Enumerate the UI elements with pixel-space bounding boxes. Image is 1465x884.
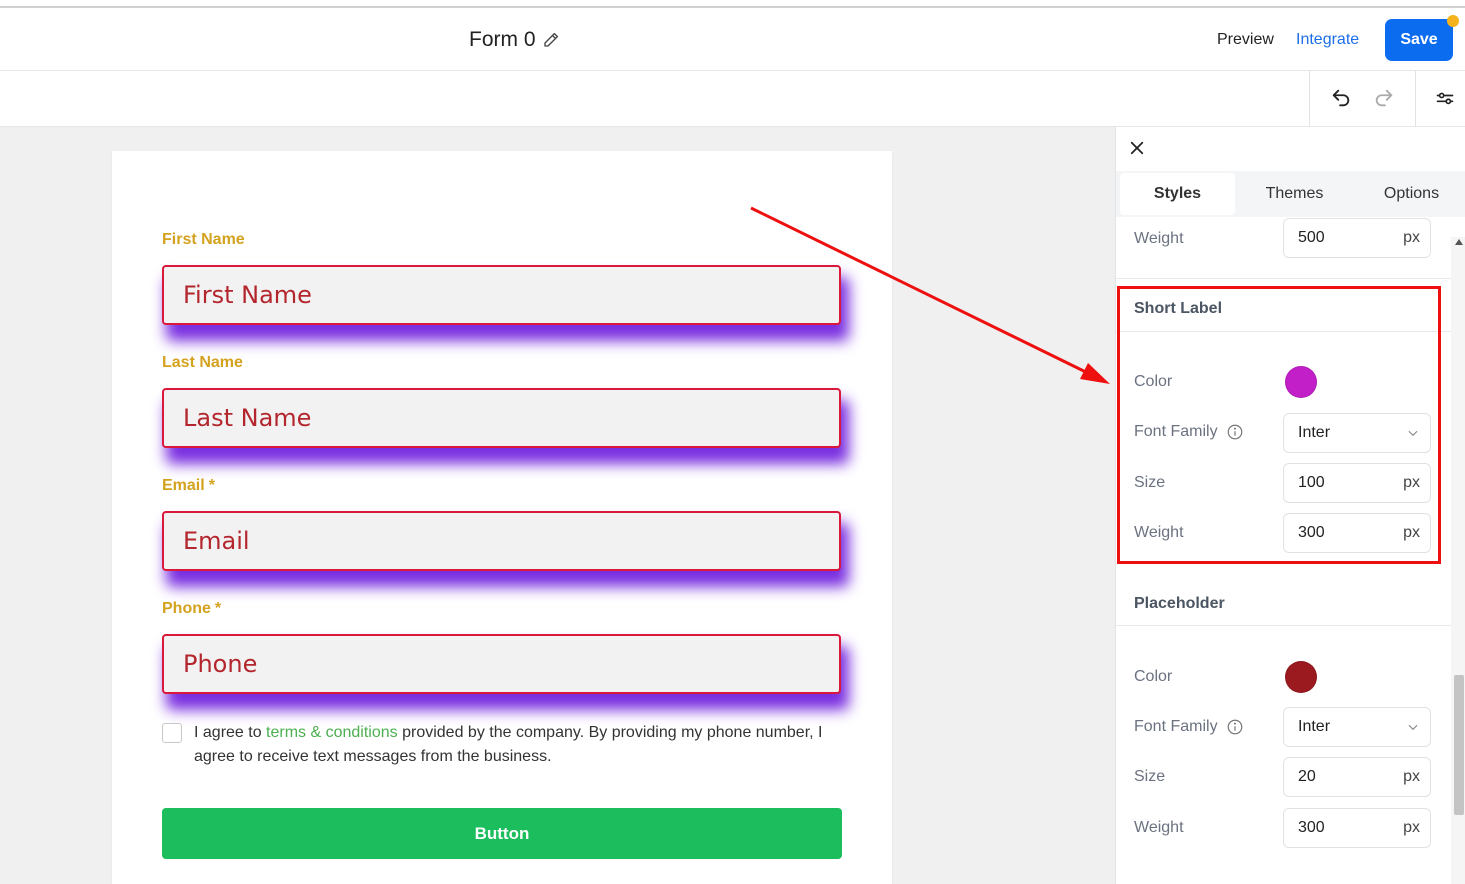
last-name-label: Last Name — [162, 354, 243, 371]
placeholder-font-family-select[interactable]: Inter — [1283, 707, 1431, 747]
last-name-input[interactable]: Last Name — [162, 388, 841, 448]
section-divider — [1116, 331, 1451, 332]
info-icon[interactable] — [1226, 718, 1244, 736]
editor-toolbar — [0, 71, 1465, 127]
short-label-font-family-select[interactable]: Inter — [1283, 413, 1431, 453]
short-label-size-label: Size — [1134, 474, 1166, 491]
tab-themes[interactable]: Themes — [1237, 173, 1352, 215]
form-canvas: First Name First Name Last Name Last Nam… — [0, 127, 1115, 884]
placeholder-color-label: Color — [1134, 668, 1173, 685]
tab-styles[interactable]: Styles — [1120, 173, 1235, 215]
short-label-color-label: Color — [1134, 373, 1173, 390]
email-input[interactable]: Email — [162, 511, 841, 571]
close-icon[interactable] — [1126, 137, 1148, 159]
panel-scrollbar-thumb[interactable] — [1454, 675, 1464, 815]
weight-input[interactable]: 500 px — [1283, 218, 1431, 258]
short-label-font-family-label: Font Family — [1134, 423, 1244, 441]
placeholder-color-swatch[interactable] — [1285, 661, 1317, 693]
placeholder-font-family-label: Font Family — [1134, 718, 1244, 736]
form-title[interactable]: Form 0 — [469, 28, 560, 52]
consent-text: I agree to terms & conditions provided b… — [194, 724, 823, 765]
first-name-label: First Name — [162, 231, 245, 248]
terms-link[interactable]: terms & conditions — [266, 724, 398, 741]
required-marker: * — [214, 600, 222, 617]
toolbar-divider — [1309, 71, 1310, 127]
submit-button[interactable]: Button — [162, 808, 842, 859]
consent-row: I agree to terms & conditions provided b… — [162, 721, 842, 769]
app-header: Form 0 Preview Integrate Save — [0, 8, 1465, 71]
required-marker: * — [208, 477, 215, 494]
pencil-icon[interactable] — [542, 31, 560, 49]
chevron-down-icon — [1408, 724, 1418, 731]
short-label-weight-input[interactable]: 300 px — [1283, 513, 1431, 553]
placeholder-section-title: Placeholder — [1134, 595, 1225, 612]
short-label-color-swatch[interactable] — [1285, 366, 1317, 398]
short-label-size-input[interactable]: 100 px — [1283, 463, 1431, 503]
short-label-section-title: Short Label — [1134, 300, 1223, 317]
unsaved-indicator-dot — [1447, 15, 1459, 27]
short-label-weight-label: Weight — [1134, 524, 1184, 541]
placeholder-size-label: Size — [1134, 768, 1166, 785]
panel-tabs: Styles Themes Options — [1116, 171, 1465, 217]
phone-input[interactable]: Phone — [162, 634, 841, 694]
info-icon[interactable] — [1226, 423, 1244, 441]
weight-label: Weight — [1134, 230, 1184, 247]
tab-options[interactable]: Options — [1354, 173, 1465, 215]
settings-sliders-icon[interactable] — [1432, 85, 1458, 111]
placeholder-weight-input[interactable]: 300 px — [1283, 808, 1431, 848]
consent-checkbox[interactable] — [162, 723, 182, 743]
chevron-down-icon — [1408, 430, 1418, 437]
placeholder-weight-label: Weight — [1134, 819, 1184, 836]
form-title-text: Form 0 — [469, 28, 536, 51]
section-divider — [1116, 278, 1451, 279]
preview-button[interactable]: Preview — [1217, 31, 1274, 49]
form-card: First Name First Name Last Name Last Nam… — [112, 151, 892, 884]
toolbar-divider — [1415, 71, 1416, 127]
style-panel: Styles Themes Options Weight 500 px Shor… — [1115, 127, 1465, 884]
redo-icon[interactable] — [1371, 85, 1397, 111]
phone-label: Phone * — [162, 600, 222, 617]
save-button[interactable]: Save — [1385, 15, 1459, 61]
integrate-button[interactable]: Integrate — [1296, 31, 1359, 49]
placeholder-size-input[interactable]: 20 px — [1283, 757, 1431, 797]
undo-icon[interactable] — [1328, 85, 1354, 111]
email-label: Email * — [162, 477, 215, 494]
first-name-input[interactable]: First Name — [162, 265, 841, 325]
scroll-up-arrow-icon[interactable] — [1455, 239, 1463, 245]
save-button-label: Save — [1400, 31, 1438, 48]
section-divider — [1116, 625, 1451, 626]
